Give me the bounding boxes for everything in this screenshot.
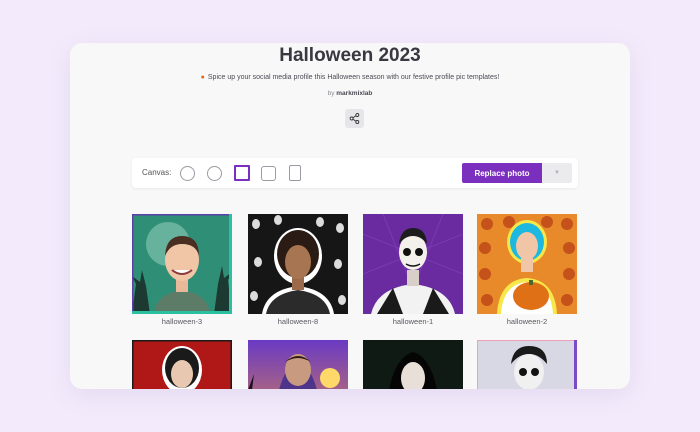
template-thumbnail[interactable] [477, 214, 577, 314]
template-thumbnail[interactable] [132, 214, 232, 314]
template-thumbnail[interactable] [248, 214, 348, 314]
chevron-down-icon: ▼ [554, 170, 560, 176]
canvas-toolbar: Canvas: Replace photo ▼ [132, 158, 578, 188]
canvas-label: Canvas: [142, 168, 172, 177]
subtitle-text: Spice up your social media profile this … [207, 74, 500, 81]
pumpkin-icon: ● [200, 74, 205, 81]
page-title: Halloween 2023 [279, 45, 421, 66]
template-card: Halloween 2023 ● Spice up your social med… [70, 43, 630, 389]
template-tile[interactable] [477, 340, 577, 389]
replace-photo-button[interactable]: Replace photo [462, 163, 542, 183]
author-byline: by markmixlab [70, 90, 630, 97]
template-name: halloween-8 [277, 317, 319, 326]
template-thumbnail[interactable] [363, 214, 463, 314]
template-name: halloween-1 [392, 317, 434, 326]
template-name: halloween-2 [506, 317, 548, 326]
canvas-rounded-square-option[interactable] [261, 166, 276, 181]
author-link[interactable]: markmixlab [336, 90, 372, 97]
share-icon [349, 113, 360, 124]
template-tile[interactable]: halloween-8 [248, 214, 348, 326]
template-tile[interactable]: halloween-1 [363, 214, 463, 326]
template-thumbnail[interactable] [363, 340, 463, 389]
canvas-circle-option[interactable] [180, 166, 195, 181]
page-subtitle: ● Spice up your social media profile this… [70, 74, 630, 81]
canvas-portrait-option[interactable] [289, 165, 301, 181]
canvas-circle-small-option[interactable] [207, 166, 222, 181]
template-thumbnail[interactable] [132, 340, 232, 389]
template-name: halloween-3 [161, 317, 203, 326]
by-prefix: by [327, 90, 335, 97]
template-tile[interactable]: halloween-3 [132, 214, 232, 326]
template-tile[interactable] [132, 340, 232, 389]
template-tile[interactable] [248, 340, 348, 389]
template-thumbnail[interactable] [248, 340, 348, 389]
template-thumbnail[interactable] [477, 340, 577, 389]
share-button[interactable] [345, 109, 364, 128]
replace-photo-dropdown[interactable]: ▼ [542, 163, 572, 183]
canvas-square-option[interactable] [234, 165, 250, 181]
template-tile[interactable] [363, 340, 463, 389]
template-tile[interactable]: halloween-2 [477, 214, 577, 326]
